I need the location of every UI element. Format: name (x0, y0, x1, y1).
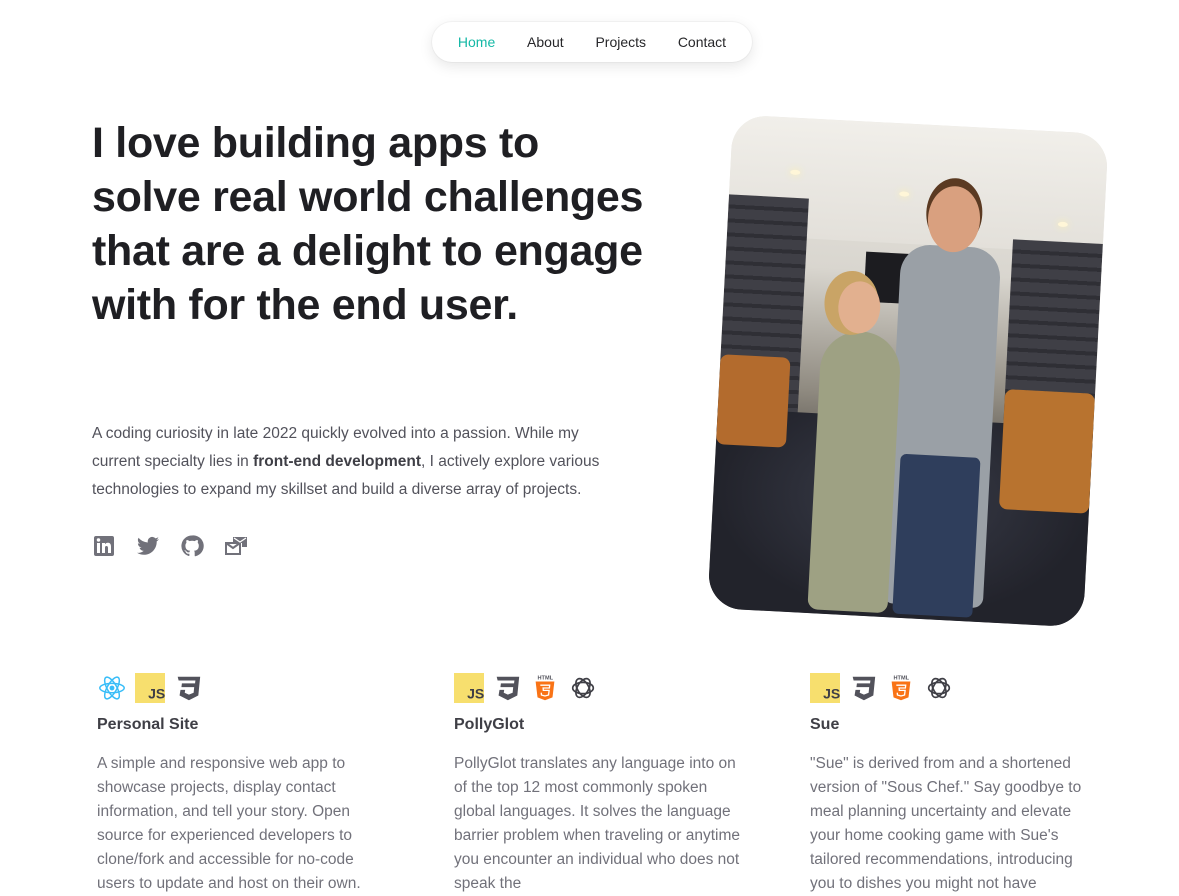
linkedin-icon[interactable] (92, 534, 116, 558)
project-title: PollyGlot (454, 716, 525, 733)
hero-intro-highlight: front-end development (253, 453, 422, 470)
photo-light (790, 169, 801, 176)
svg-text:JS: JS (148, 685, 165, 701)
project-title: Personal Site (97, 716, 199, 733)
html5-icon: HTML (886, 673, 916, 703)
nav-home[interactable]: Home (450, 30, 503, 54)
javascript-icon: JS (135, 673, 165, 703)
openai-icon (924, 673, 954, 703)
project-card[interactable]: JS HTML Sue "Sue" is derived from and a … (810, 672, 1100, 896)
project-title: Sue (810, 716, 840, 733)
openai-icon (568, 673, 598, 703)
photo-sofa-right (998, 389, 1096, 514)
project-description: PollyGlot translates any language into o… (454, 755, 741, 892)
html5-icon: HTML (530, 673, 560, 703)
svg-text:HTML: HTML (538, 676, 554, 682)
photo-woman (807, 329, 902, 614)
hero-title: I love building apps to solve real world… (92, 119, 644, 329)
css3-icon (848, 673, 878, 703)
javascript-icon: JS (454, 673, 484, 703)
nav-contact[interactable]: Contact (670, 30, 734, 54)
photo-man-jeans (892, 453, 981, 618)
project-card[interactable]: JS Personal Site A simple and responsive… (97, 672, 387, 896)
svg-text:JS: JS (467, 685, 484, 701)
photo-sofa-left (715, 354, 791, 448)
main-nav: Home About Projects Contact (432, 22, 752, 62)
svg-text:JS: JS (823, 685, 840, 701)
photo-light (899, 191, 910, 197)
mail-icon[interactable] (224, 534, 248, 558)
twitter-icon[interactable] (136, 534, 160, 558)
social-links (92, 534, 248, 558)
github-icon[interactable] (180, 534, 204, 558)
hero-intro: A coding curiosity in late 2022 quickly … (92, 420, 612, 504)
project-description: A simple and responsive web app to showc… (97, 755, 361, 892)
css3-icon (173, 673, 203, 703)
svg-text:HTML: HTML (894, 676, 910, 682)
nav-projects[interactable]: Projects (587, 30, 654, 54)
tech-stack: JS HTML (810, 672, 1100, 704)
tech-stack: JS HTML (454, 672, 744, 704)
javascript-icon: JS (810, 673, 840, 703)
nav-about[interactable]: About (519, 30, 572, 54)
react-icon (97, 673, 127, 703)
project-card[interactable]: JS HTML PollyGlot PollyGlot translates a… (454, 672, 744, 896)
photo-light (1057, 221, 1069, 228)
profile-photo (707, 114, 1109, 628)
tech-stack: JS (97, 672, 387, 704)
project-description: "Sue" is derived from and a shortened ve… (810, 755, 1082, 892)
css3-icon (492, 673, 522, 703)
